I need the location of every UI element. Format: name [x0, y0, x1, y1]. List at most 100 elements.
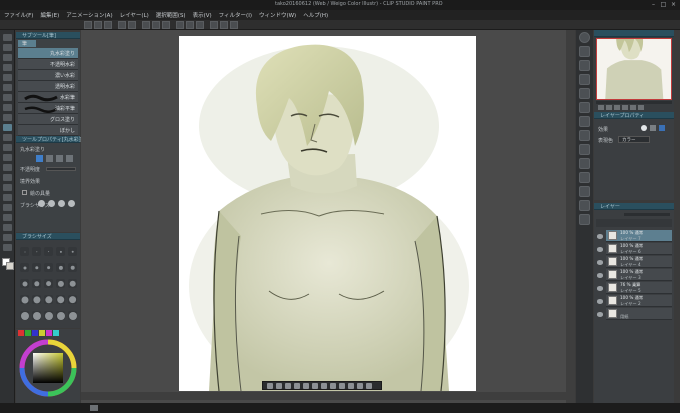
- effect-border-icon[interactable]: [641, 125, 647, 131]
- brush-tip-icon[interactable]: [38, 200, 45, 207]
- navigator-zoom-slider[interactable]: [596, 101, 672, 104]
- brush-size-preset[interactable]: [32, 311, 41, 320]
- navigator-button[interactable]: [598, 105, 604, 110]
- horizontal-scrollbar[interactable]: [81, 392, 566, 400]
- color-tab-icon[interactable]: [25, 330, 31, 336]
- pencil-tool-icon[interactable]: [3, 114, 12, 121]
- brush-tip-icon[interactable]: [58, 200, 65, 207]
- brush-tip-icon[interactable]: [48, 200, 55, 207]
- color-set-icon[interactable]: [579, 172, 590, 183]
- brush-size-preset[interactable]: [20, 247, 29, 256]
- opacity-slider[interactable]: [46, 167, 76, 171]
- subtool-tab[interactable]: 筆: [18, 40, 36, 47]
- color-tab-icon[interactable]: [32, 330, 38, 336]
- color-tab-icon[interactable]: [18, 330, 24, 336]
- color-tab-icon[interactable]: [53, 330, 59, 336]
- fill-tool-icon[interactable]: [3, 174, 12, 181]
- canvas-paper[interactable]: [179, 36, 476, 391]
- navigator-button[interactable]: [606, 105, 612, 110]
- material-icon[interactable]: [579, 88, 590, 99]
- history-icon[interactable]: [579, 102, 590, 113]
- subtool-item[interactable]: 不透明水彩: [18, 59, 78, 70]
- subtool-item[interactable]: 丸水彩塗り: [18, 48, 78, 59]
- blend-tool-icon[interactable]: [3, 164, 12, 171]
- navigator-button[interactable]: [614, 105, 620, 110]
- brush-size-preset[interactable]: [32, 263, 41, 272]
- layer-visibility-icon[interactable]: [597, 273, 603, 278]
- zoom-in-icon[interactable]: [276, 383, 282, 389]
- effect-tone-icon[interactable]: [650, 125, 656, 131]
- approximate-color-icon[interactable]: [579, 200, 590, 211]
- subtool-item[interactable]: ぼかし: [18, 125, 78, 136]
- layer-visibility-icon[interactable]: [597, 299, 603, 304]
- brush-size-preset[interactable]: [56, 295, 65, 304]
- brush-size-preset[interactable]: [20, 263, 29, 272]
- brush-size-preset[interactable]: [44, 295, 53, 304]
- gradient-tool-icon[interactable]: [3, 184, 12, 191]
- pen-tool-icon[interactable]: [3, 104, 12, 111]
- layer-visibility-icon[interactable]: [597, 234, 603, 239]
- operation-tool-icon[interactable]: [3, 54, 12, 61]
- expression-color-select[interactable]: カラー: [618, 136, 650, 143]
- lasso-tool-icon[interactable]: [3, 84, 12, 91]
- flip-icon[interactable]: [321, 383, 327, 389]
- ruler-icon[interactable]: [186, 21, 194, 29]
- sub-view-icon[interactable]: [579, 46, 590, 57]
- selection-tool-icon[interactable]: [3, 74, 12, 81]
- layer-visibility-icon[interactable]: [597, 312, 603, 317]
- menu-layer[interactable]: レイヤー(L): [120, 11, 149, 19]
- figure-tool-icon[interactable]: [3, 194, 12, 201]
- auto-action-icon[interactable]: [579, 116, 590, 127]
- snap-toggle-icon[interactable]: [348, 383, 354, 389]
- airbrush-tool-icon[interactable]: [3, 134, 12, 141]
- frame-tool-icon[interactable]: [3, 204, 12, 211]
- move-layer-tool-icon[interactable]: [3, 64, 12, 71]
- layer-row[interactable]: 100 % 通常 レイヤー 4: [606, 256, 672, 268]
- move-tool-icon[interactable]: [3, 44, 12, 51]
- paint-amount-checkbox[interactable]: [22, 190, 27, 195]
- more-icon[interactable]: [366, 383, 372, 389]
- close-button[interactable]: ×: [670, 1, 677, 8]
- brush-size-preset[interactable]: [68, 279, 77, 288]
- minimize-button[interactable]: –: [650, 1, 657, 8]
- menu-window[interactable]: ウィンドウ(W): [259, 11, 296, 19]
- text-tool-icon[interactable]: [3, 224, 12, 231]
- vertical-scrollbar[interactable]: [566, 30, 575, 403]
- brush-size-preset[interactable]: [32, 279, 41, 288]
- brush-size-preset[interactable]: [32, 295, 41, 304]
- layer-visibility-icon[interactable]: [597, 260, 603, 265]
- grid-icon[interactable]: [196, 21, 204, 29]
- ruler-toggle-icon[interactable]: [339, 383, 345, 389]
- menu-help[interactable]: ヘルプ(H): [303, 11, 328, 19]
- brush-size-preset[interactable]: [44, 247, 53, 256]
- reset-icon[interactable]: [294, 383, 300, 389]
- snap-icon[interactable]: [176, 21, 184, 29]
- brush-size-preset[interactable]: [32, 247, 41, 256]
- undo-icon[interactable]: [118, 21, 126, 29]
- brush-size-preset[interactable]: [44, 279, 53, 288]
- settings-icon[interactable]: [230, 21, 238, 29]
- info-icon[interactable]: [579, 60, 590, 71]
- menu-selection[interactable]: 選択範囲(S): [156, 11, 186, 19]
- subtool-item[interactable]: 油彩平筆: [18, 103, 78, 114]
- reference-icon[interactable]: [357, 383, 363, 389]
- brush-size-preset[interactable]: [20, 295, 29, 304]
- brush-size-preset[interactable]: [56, 279, 65, 288]
- menu-file[interactable]: ファイル(F): [4, 11, 33, 19]
- effect-color-icon[interactable]: [659, 125, 665, 131]
- color-history-icon[interactable]: [579, 214, 590, 225]
- layer-search-icon[interactable]: [579, 74, 590, 85]
- maximize-button[interactable]: □: [660, 1, 667, 8]
- navigator-button[interactable]: [622, 105, 628, 110]
- menu-view[interactable]: 表示(V): [193, 11, 212, 19]
- zoom-tool-icon[interactable]: [3, 34, 12, 41]
- layer-row[interactable]: 100 % 通常 レイヤー 6: [606, 243, 672, 255]
- color-tab-icon[interactable]: [39, 330, 45, 336]
- layer-row[interactable]: 100 % 通常 レイヤー 2: [606, 295, 672, 307]
- brush-tip-icon[interactable]: [68, 200, 75, 207]
- brush-size-preset[interactable]: [56, 311, 65, 320]
- decoration-tool-icon[interactable]: [3, 144, 12, 151]
- clear-icon[interactable]: [142, 21, 150, 29]
- ruler-tool-icon[interactable]: [3, 214, 12, 221]
- rotate-left-icon[interactable]: [303, 383, 309, 389]
